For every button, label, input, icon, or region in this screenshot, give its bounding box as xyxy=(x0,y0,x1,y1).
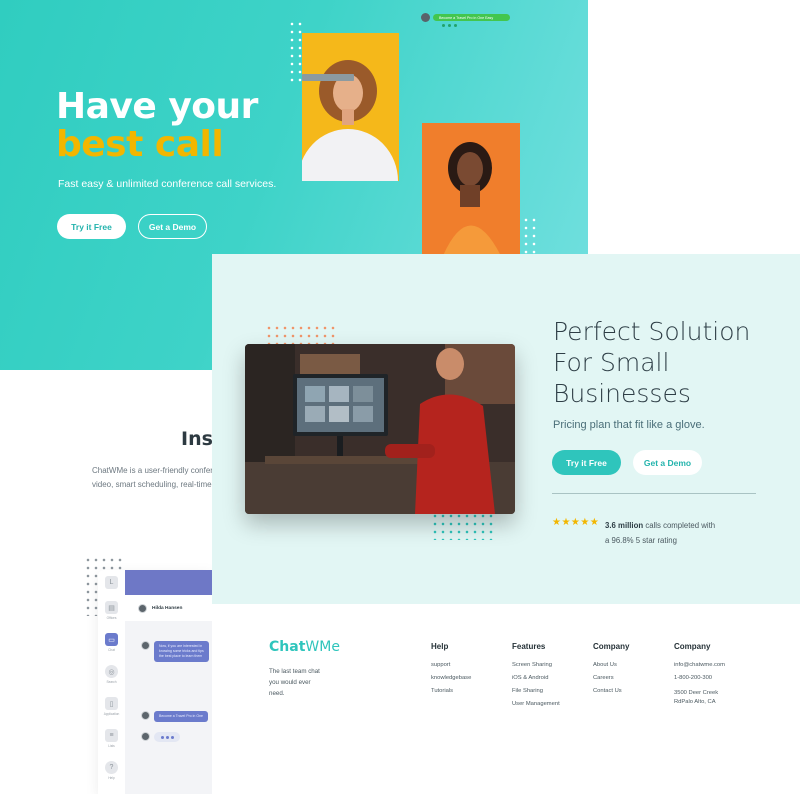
features-text: ChatWMe is a user-friendly confere video… xyxy=(92,466,218,489)
contact-address: RdPalo Alto, CA xyxy=(674,699,716,705)
footer-tagline: The last team chat you would ever need. xyxy=(269,668,320,697)
avatar xyxy=(421,13,430,22)
footer-link[interactable]: About Us xyxy=(593,659,629,672)
get-demo-button[interactable]: Get a Demo xyxy=(138,214,207,239)
contact-phone[interactable]: 1-800-200-300 xyxy=(674,672,725,685)
chat-notification-text: Become a Travel Pro in One Easy xyxy=(433,14,510,21)
message-bubble: Become a Travel Pro in One xyxy=(154,711,208,722)
document-icon: ▯ xyxy=(105,697,118,710)
footer-heading: Features xyxy=(512,642,546,651)
try-free-button[interactable]: Try it Free xyxy=(57,214,126,239)
footer-link[interactable]: Tutorials xyxy=(431,685,471,698)
hero-title-line2: best call xyxy=(56,124,224,165)
sidebar-item-chat[interactable]: ▭ Chat xyxy=(104,633,119,652)
sidebar-item-offices[interactable]: ▤ Offices xyxy=(104,601,119,620)
dot-pattern xyxy=(265,324,337,346)
solution-title: Perfect Solution For Small Businesses xyxy=(553,317,751,408)
sidebar-item-home[interactable]: L xyxy=(104,576,119,589)
hero-title: Have your best call xyxy=(56,88,258,164)
message: Now, if you are interested in knowing so… xyxy=(141,641,209,662)
footer-link[interactable]: support xyxy=(431,659,471,672)
footer-link[interactable]: knowledgebase xyxy=(431,672,471,685)
decorative-bar xyxy=(302,74,354,81)
search-icon: ◎ xyxy=(105,665,118,678)
star-rating-icon: ★★★★★ xyxy=(552,517,600,528)
footer-column-contact: Company info@chatwme.com 1-800-200-300 3… xyxy=(674,642,725,707)
hero-title-line1: Have your xyxy=(56,86,258,127)
contact-name: Hilda Hansen xyxy=(152,605,183,611)
message-bubble: Now, if you are interested in knowing so… xyxy=(154,641,209,662)
footer-column-features: Features Screen Sharing iOS & Android Fi… xyxy=(512,642,560,711)
footer-column-company: Company About Us Careers Contact Us xyxy=(593,642,629,698)
footer-heading: Company xyxy=(674,642,711,651)
brand-logo[interactable]: ChatWMe xyxy=(269,639,340,655)
sidebar-item-application[interactable]: ▯ Application xyxy=(104,697,119,716)
solution-subtitle: Pricing plan that fit like a glove. xyxy=(553,419,705,431)
avatar xyxy=(141,711,150,720)
sidebar-item-lists[interactable]: ≡ Lists xyxy=(104,729,119,748)
help-icon: ? xyxy=(105,761,118,774)
sidebar-item-search[interactable]: ◎ Search xyxy=(104,665,119,684)
contact-address: 3500 Deer Creek xyxy=(674,690,719,696)
footer-link[interactable]: User Management xyxy=(512,698,560,711)
footer-link[interactable]: Screen Sharing xyxy=(512,659,560,672)
app-sidebar: L ▤ Offices ▭ Chat ◎ Search ▯ Applicatio… xyxy=(98,570,125,794)
typing-indicator xyxy=(442,24,457,27)
app-header xyxy=(125,570,212,595)
video-call-photo xyxy=(245,344,515,514)
home-icon: L xyxy=(105,576,118,589)
footer-heading: Help xyxy=(431,642,449,651)
solution-page: Perfect Solution For Small Businesses Pr… xyxy=(212,254,800,794)
get-demo-button[interactable]: Get a Demo xyxy=(633,450,702,475)
footer-link[interactable]: Careers xyxy=(593,672,629,685)
woman-orange-photo xyxy=(422,123,520,258)
footer-link[interactable]: iOS & Android xyxy=(512,672,560,685)
try-free-button[interactable]: Try it Free xyxy=(552,450,621,475)
conversation-header: Hilda Hansen xyxy=(125,595,212,621)
solution-section: Perfect Solution For Small Businesses Pr… xyxy=(212,254,800,604)
footer-heading: Company xyxy=(593,642,630,651)
woman-portrait-photo xyxy=(302,33,399,181)
footer: ChatWMe The last team chat you would eve… xyxy=(212,604,800,794)
sidebar-item-help[interactable]: ? Help xyxy=(104,761,119,780)
divider xyxy=(552,493,756,494)
hero-subtitle: Fast easy & unlimited conference call se… xyxy=(58,178,277,190)
contact-email[interactable]: info@chatwme.com xyxy=(674,659,725,672)
office-icon: ▤ xyxy=(105,601,118,614)
avatar xyxy=(141,732,150,741)
typing-message xyxy=(141,732,180,742)
typing-indicator xyxy=(154,732,180,742)
dot-pattern xyxy=(431,512,495,540)
footer-link[interactable]: Contact Us xyxy=(593,685,629,698)
list-icon: ≡ xyxy=(105,729,118,742)
avatar xyxy=(138,603,147,613)
chat-app-mockup: L ▤ Offices ▭ Chat ◎ Search ▯ Applicatio… xyxy=(98,570,212,794)
dot-pattern xyxy=(288,20,302,86)
chat-notification: Become a Travel Pro in One Easy xyxy=(421,13,510,22)
message: Become a Travel Pro in One xyxy=(141,711,208,722)
avatar xyxy=(141,641,150,650)
footer-link[interactable]: File Sharing xyxy=(512,685,560,698)
footer-column-help: Help support knowledgebase Tutorials xyxy=(431,642,471,698)
chat-icon: ▭ xyxy=(105,633,118,646)
page: Have your best call Fast easy & unlimite… xyxy=(0,0,800,794)
rating-text: 3.6 million calls completed with a 96.8%… xyxy=(605,521,716,545)
